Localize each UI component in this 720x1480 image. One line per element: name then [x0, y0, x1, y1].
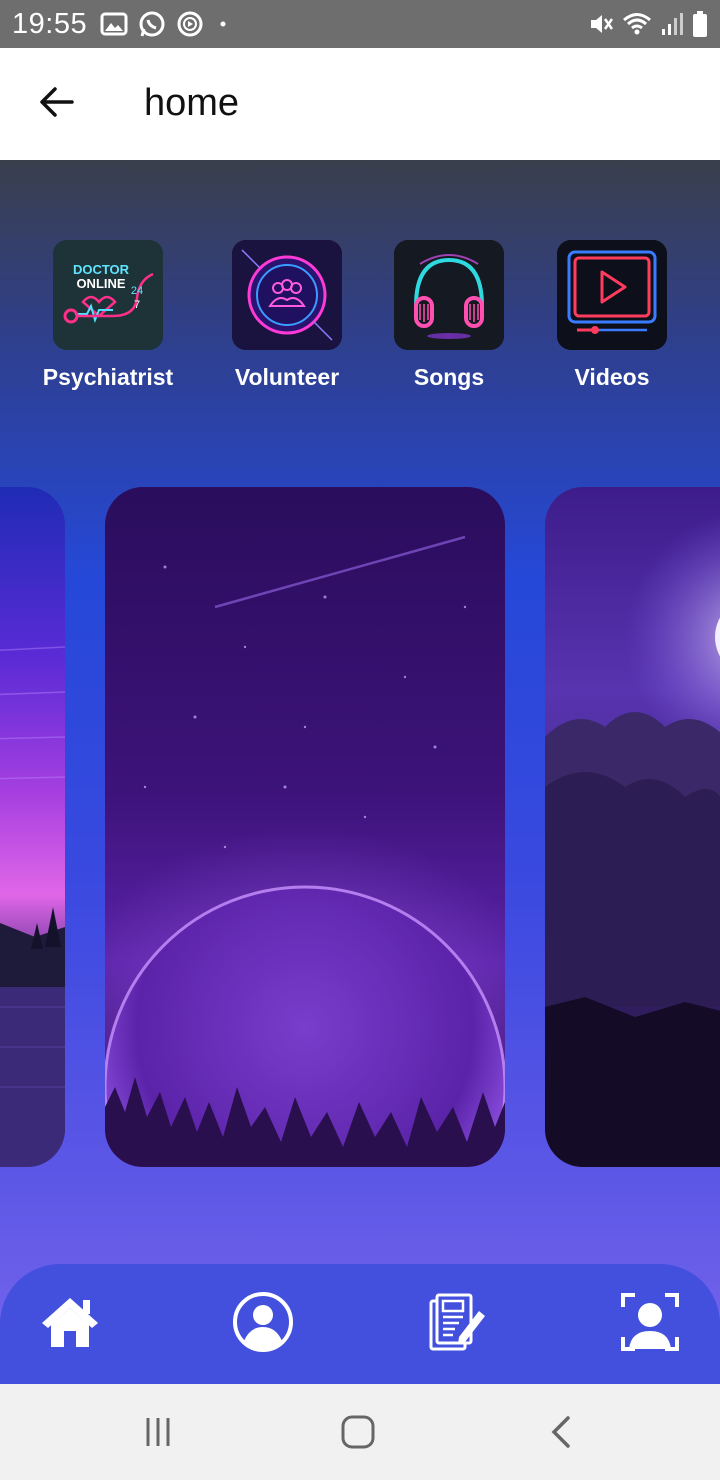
back-button[interactable] [28, 76, 84, 132]
category-label: Videos [574, 364, 650, 390]
svg-text:ONLINE: ONLINE [76, 276, 125, 291]
face-scan-icon [619, 1291, 681, 1358]
app-bar: home [0, 48, 720, 160]
category-psychiatrist[interactable]: DOCTOR ONLINE 24 7 Psychiatrist [38, 240, 178, 391]
carousel-card-moon-clouds[interactable] [545, 487, 720, 1167]
system-back-button[interactable] [538, 1414, 582, 1454]
status-system-icons [588, 10, 708, 43]
sunset-lake-image [0, 487, 65, 1167]
moon-clouds-image [545, 487, 720, 1167]
recents-icon [141, 1416, 175, 1453]
headphones-icon [394, 240, 504, 350]
category-label: Psychiatrist [42, 364, 174, 390]
back-chevron-icon [548, 1415, 572, 1454]
nav-profile-button[interactable] [229, 1291, 297, 1358]
status-notification-icons [100, 10, 232, 43]
category-label: Songs [413, 364, 485, 390]
category-label: Volunteer [234, 364, 340, 390]
dot-icon [214, 15, 232, 38]
category-volunteer[interactable]: Volunteer [217, 240, 357, 391]
nav-face-scan-button[interactable] [616, 1292, 684, 1356]
nav-notes-button[interactable] [422, 1292, 490, 1356]
signal-icon [660, 11, 684, 42]
media-icon [176, 10, 204, 43]
video-player-icon [557, 240, 667, 350]
status-time: 19:55 [12, 8, 88, 40]
home-content: DOCTOR ONLINE 24 7 Psychiatrist Voluntee… [0, 160, 720, 1384]
svg-text:7: 7 [134, 299, 140, 311]
recents-button[interactable] [136, 1414, 180, 1454]
page-title: home [144, 82, 240, 124]
doctor-online-icon: DOCTOR ONLINE 24 7 [53, 240, 163, 350]
status-bar: 19:55 [0, 0, 720, 48]
svg-text:24: 24 [131, 285, 143, 297]
wifi-icon [622, 11, 652, 42]
mute-icon [588, 11, 614, 42]
category-videos[interactable]: Videos [542, 240, 682, 391]
system-navigation-bar [0, 1384, 720, 1480]
battery-icon [692, 10, 708, 43]
carousel-card-purple-planet[interactable] [105, 487, 505, 1167]
whatsapp-icon [138, 10, 166, 43]
carousel-card-sunset-lake[interactable] [0, 487, 65, 1167]
svg-text:DOCTOR: DOCTOR [73, 262, 130, 277]
category-songs[interactable]: Songs [379, 240, 519, 391]
system-home-button[interactable] [336, 1414, 380, 1454]
home-circle-icon [340, 1414, 376, 1455]
volunteer-group-icon [232, 240, 342, 350]
notes-icon [425, 1291, 487, 1358]
image-icon [100, 12, 128, 41]
purple-planet-image [105, 487, 505, 1167]
nav-home-button[interactable] [36, 1292, 104, 1356]
bottom-navigation [0, 1264, 720, 1384]
home-icon [39, 1295, 101, 1354]
arrow-left-icon [38, 86, 74, 123]
profile-icon [232, 1291, 294, 1358]
